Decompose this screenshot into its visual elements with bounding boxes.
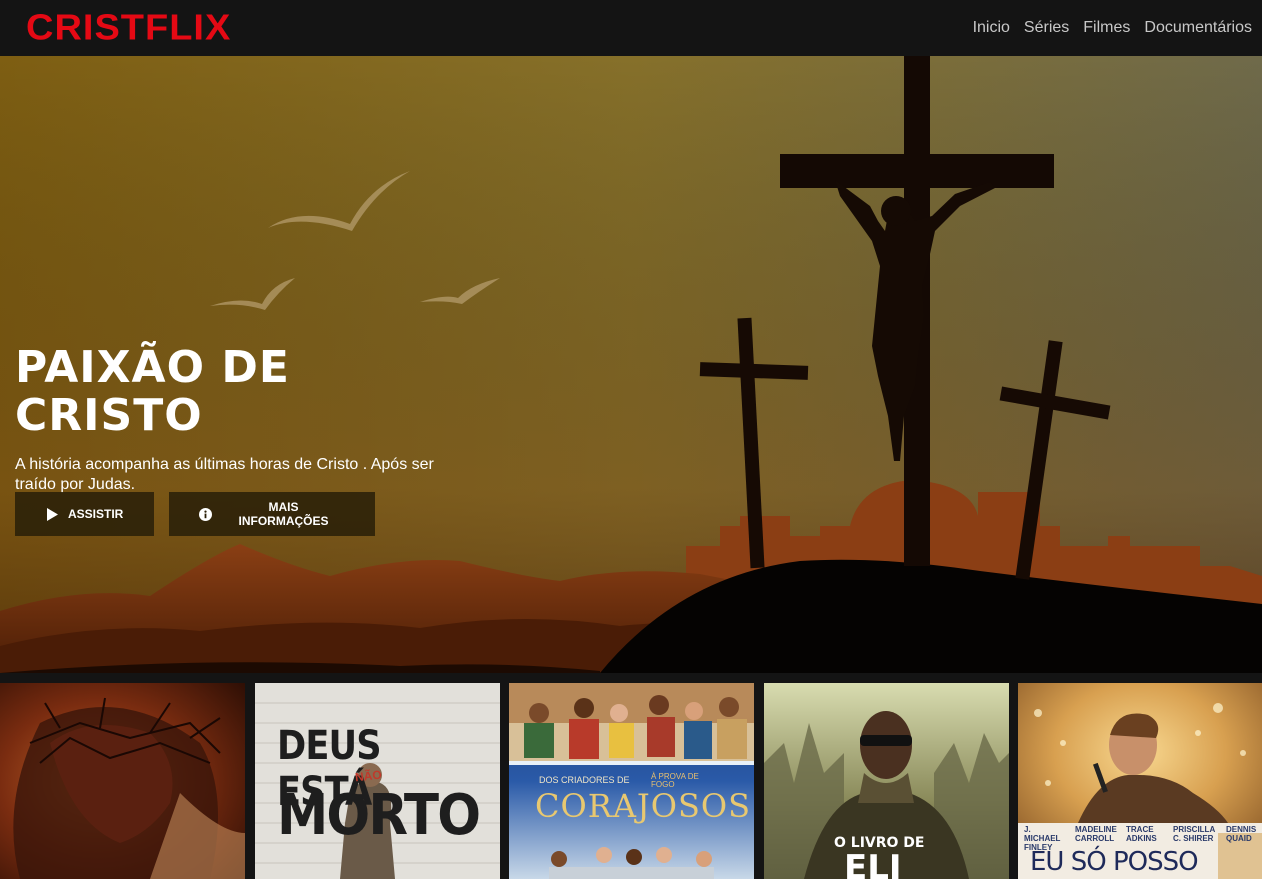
nav-link-series[interactable]: Séries — [1024, 19, 1069, 37]
poster-o-livro-de-eli[interactable]: O LIVRO DE ELI — [764, 683, 1009, 879]
play-icon — [45, 507, 58, 521]
cast-5: DENNIS QUAID — [1226, 825, 1257, 843]
hero-description: A história acompanha as últimas horas de… — [15, 455, 434, 493]
hero-title: PAIXÃO DE CRISTO — [15, 342, 290, 442]
poster-title-2: ELI — [844, 848, 902, 879]
poster-deus-nao-esta-morto[interactable]: DEUS ESTÁ MORTO NÃO — [255, 683, 500, 879]
poster-overlay-text: NÃO — [354, 767, 383, 785]
poster-eu-so-posso-imaginar[interactable]: J. MICHAEL FINLEY MADELINE CARROLL TRACE… — [1018, 683, 1262, 879]
movies-row: DEUS ESTÁ MORTO NÃO DOS CRIADORES DE À P… — [0, 673, 1262, 879]
logo[interactable]: CRISTFLIX — [26, 10, 231, 46]
nav-link-inicio[interactable]: Inicio — [973, 19, 1010, 37]
mais-informacoes-label: MAIS INFORMAÇÕES — [238, 500, 329, 528]
poster-tagline: DOS CRIADORES DE — [539, 775, 630, 785]
poster-image — [0, 683, 245, 879]
hero-content: PAIXÃO DE CRISTO A história acompanha as… — [15, 342, 455, 495]
poster-title: EU SÓ POSSO — [1030, 847, 1199, 877]
mais-informacoes-button[interactable]: MAIS INFORMAÇÕES — [169, 492, 375, 536]
nav-link-documentarios[interactable]: Documentários — [1144, 19, 1252, 37]
assistir-label: ASSISTIR — [68, 507, 124, 521]
hero-banner: PAIXÃO DE CRISTO A história acompanha as… — [0, 56, 1262, 673]
hero-buttons: ASSISTIR MAIS INFORMAÇÕES — [15, 492, 375, 536]
navbar: CRISTFLIX Inicio Séries Filmes Documentá… — [0, 0, 1262, 56]
poster-corajosos[interactable]: DOS CRIADORES DE À PROVA DE FOGO CORAJOS… — [509, 683, 754, 879]
assistir-button[interactable]: ASSISTIR — [15, 492, 154, 536]
poster-paixao-de-cristo[interactable] — [0, 683, 245, 879]
nav-links: Inicio Séries Filmes Documentários — [973, 19, 1252, 37]
poster-title-line2: MORTO — [277, 783, 481, 848]
nav-link-filmes[interactable]: Filmes — [1083, 19, 1130, 37]
info-icon — [199, 507, 212, 521]
poster-title: CORAJOSOS — [535, 787, 752, 825]
